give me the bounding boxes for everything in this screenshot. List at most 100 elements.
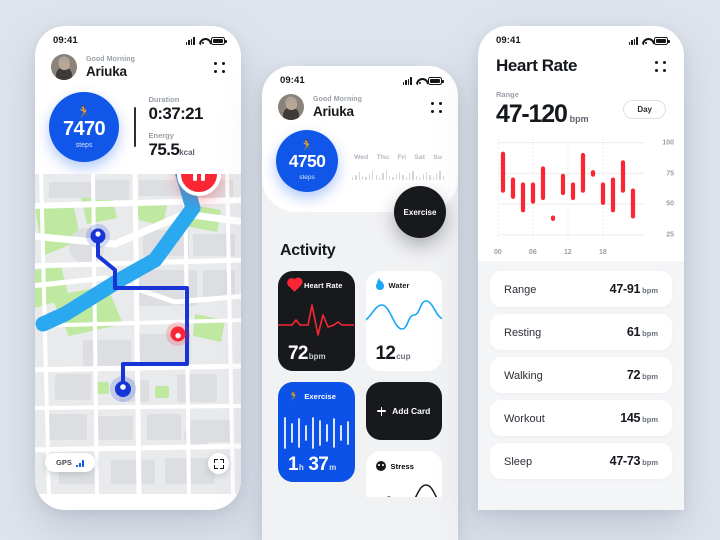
weekly-bar — [358, 172, 361, 180]
range-unit: bpm — [569, 114, 589, 124]
card-column-right: Add Card Stress — [365, 382, 442, 497]
grid-menu-icon[interactable] — [655, 60, 666, 72]
cellular-signal-icon — [402, 77, 412, 85]
walking-person-icon: 🏃 — [76, 104, 92, 119]
route-map[interactable]: ● GPS — [35, 174, 241, 494]
activity-cards-grid: Heart Rate 72bpm Water 12cup 🏃 Exercise … — [262, 260, 458, 497]
weekly-bar — [352, 177, 354, 180]
card-heart-rate-header: Heart Rate — [288, 279, 345, 292]
chart-x-tick: 00 — [494, 249, 502, 257]
stat-row-number: 47-91 — [609, 282, 641, 297]
weekly-bar — [412, 171, 414, 180]
stat-row-unit: bpm — [642, 415, 658, 425]
weekday-label: Su — [433, 154, 442, 161]
exercise-fab-button[interactable]: Exercise — [394, 186, 446, 238]
energy-number: 75.5 — [148, 139, 180, 159]
map-canvas: ● — [35, 174, 241, 494]
grid-menu-icon[interactable] — [214, 61, 225, 73]
stat-row-label: Range — [504, 284, 537, 297]
wifi-icon — [416, 77, 425, 85]
stat-row[interactable]: Resting 61 bpm — [490, 314, 672, 351]
weekly-bar — [385, 170, 387, 180]
stat-row-unit: bpm — [642, 286, 658, 296]
weekly-bar — [378, 177, 381, 180]
heart-rate-chart[interactable]: 100 75 50 25 00 06 12 18 — [494, 135, 674, 256]
weekly-bar — [365, 177, 367, 180]
card-water-value: 12cup — [376, 344, 411, 363]
status-time: 09:41 — [53, 35, 78, 46]
steps-label: steps — [299, 173, 315, 181]
stat-row-number: 145 — [620, 411, 641, 426]
gps-label: GPS — [56, 458, 72, 467]
weekday-label: Thu — [376, 154, 390, 161]
grid-menu-icon[interactable] — [431, 101, 442, 113]
steps-ring[interactable]: 🏃 7470 steps — [49, 92, 119, 162]
heart-rate-number: 72 — [288, 343, 308, 364]
chart-y-tick: 75 — [666, 170, 674, 178]
stat-row-number: 61 — [626, 325, 641, 340]
weekly-bar — [435, 173, 438, 180]
weekly-bar — [375, 175, 377, 180]
add-card-button[interactable]: Add Card — [365, 382, 442, 440]
signal-bars-icon — [75, 460, 84, 467]
phone-heart-rate-screen: 09:41 Heart Rate Range 47-120 bpm Day 10… — [478, 26, 684, 510]
steps-ring[interactable]: 🏃 4750 steps — [276, 130, 338, 192]
profile-header: Good Morning Ariuka — [35, 48, 241, 80]
status-icons — [185, 37, 227, 45]
heart-rate-unit: bpm — [308, 352, 326, 361]
chart-y-axis-labels: 100 75 50 25 — [652, 135, 674, 247]
stat-row-label: Workout — [504, 413, 545, 426]
card-water-header: Water — [375, 278, 433, 290]
avatar[interactable] — [278, 94, 304, 120]
avatar[interactable] — [51, 54, 77, 80]
card-exercise[interactable]: 🏃 Exercise 1h 37m — [278, 382, 355, 482]
stat-row[interactable]: Workout 145 bpm — [490, 400, 672, 437]
range-block: Range 47-120 bpm — [496, 90, 589, 127]
weekday-label: Wed — [354, 154, 369, 161]
energy-unit: kcal — [179, 147, 195, 157]
stat-row[interactable]: Sleep 47-73 bpm — [490, 443, 672, 480]
gps-badge[interactable]: GPS — [45, 453, 95, 472]
screenshot-canvas: 09:41 Good Morning Ariuka 🏃 7470 steps D… — [0, 0, 720, 540]
weekly-chart[interactable]: Wed Thu Fri Sat Su — [352, 154, 444, 180]
weekly-bar — [432, 177, 434, 180]
chart-x-tick: 18 — [599, 249, 607, 257]
activity-top-panel: 09:41 Good Morning Ariuka 🏃 4750 steps W… — [262, 66, 458, 238]
wifi-icon — [199, 37, 208, 45]
stat-row-value: 61 bpm — [627, 325, 658, 339]
card-heart-rate[interactable]: Heart Rate 72bpm — [278, 271, 355, 371]
card-water[interactable]: Water 12cup — [365, 271, 442, 371]
fullscreen-expand-icon[interactable] — [208, 453, 229, 474]
pause-icon-bar — [201, 174, 205, 181]
status-time: 09:41 — [280, 75, 305, 86]
page-header: Heart Rate — [478, 48, 684, 76]
cellular-signal-icon — [628, 37, 638, 45]
card-water-title: Water — [388, 281, 410, 290]
card-stress[interactable]: Stress — [365, 451, 442, 497]
card-exercise-header: 🏃 Exercise — [288, 392, 345, 402]
range-label: Range — [496, 90, 519, 99]
stress-face-icon — [375, 461, 386, 471]
page-title: Heart Rate — [496, 56, 578, 75]
stat-row-value: 47-73 bpm — [610, 454, 658, 468]
chart-y-tick: 100 — [662, 139, 674, 147]
weekly-bar — [392, 177, 394, 180]
weekday-label: Fri — [397, 154, 407, 161]
cellular-signal-icon — [185, 37, 195, 45]
period-day-button[interactable]: Day — [623, 100, 666, 119]
weekly-bar — [429, 175, 431, 180]
weekday-label: Sat — [414, 154, 425, 161]
weekly-bar — [395, 174, 397, 180]
weekday-labels: Wed Thu Fri Sat Su — [352, 154, 444, 161]
stat-row-label: Resting — [504, 327, 542, 340]
status-bar: 09:41 — [262, 66, 458, 88]
weekly-bar — [355, 175, 357, 180]
weekly-bar — [442, 176, 444, 180]
duration-label: Duration — [148, 94, 180, 104]
stat-row[interactable]: Range 47-91 bpm — [490, 271, 672, 308]
exercise-fab-label: Exercise — [403, 207, 437, 217]
steps-value: 4750 — [288, 151, 326, 172]
weekly-bar — [405, 177, 408, 180]
heart-icon — [288, 279, 301, 292]
stat-row[interactable]: Walking 72 bpm — [490, 357, 672, 394]
